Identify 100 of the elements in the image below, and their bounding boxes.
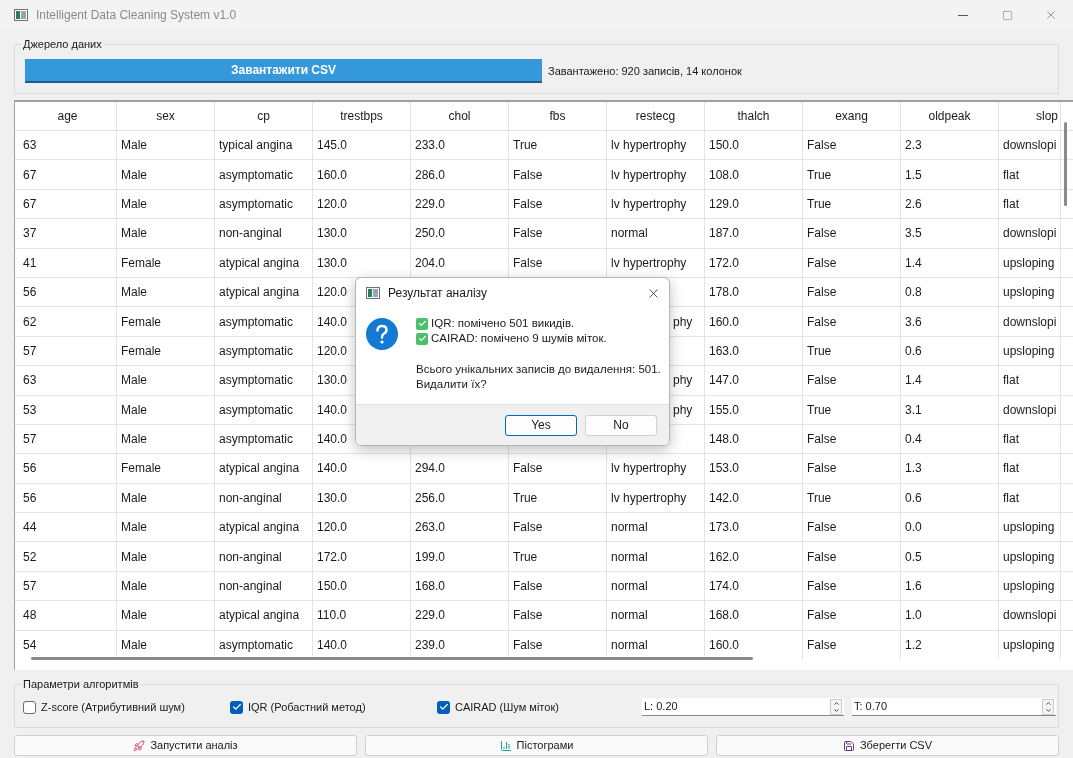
table-cell-text: 48 (23, 607, 37, 625)
table-cell-text: 256.0 (415, 489, 446, 507)
table-cell-text: 56 (23, 460, 37, 478)
table-cell-text: 41 (23, 254, 37, 272)
column-header[interactable]: slop (999, 102, 1061, 130)
table-cell-text: upsloping (1003, 342, 1055, 360)
checkbox[interactable]: CAIRAD (Шум міток) (437, 698, 644, 716)
table-cell-text: downslopi (1003, 607, 1057, 625)
table-cell-text: False (513, 254, 543, 272)
table-cell-text: Male (121, 225, 147, 243)
vertical-scrollbar[interactable] (1064, 122, 1067, 206)
table-cell-text: 140.0 (317, 401, 348, 419)
table-cell-text: False (807, 313, 837, 331)
table-cell-text: False (807, 519, 837, 537)
table-cell-text: 168.0 (709, 607, 740, 625)
table-cell-text: Male (121, 548, 147, 566)
checkbox[interactable]: IQR (Робастний метод) (230, 698, 437, 716)
table-cell-text: 233.0 (415, 137, 446, 155)
checkmark-icon (231, 702, 242, 712)
table-cell-text: 0.0 (905, 519, 922, 537)
table-cell-text: 163.0 (709, 342, 740, 360)
table-cell-text: 120.0 (317, 284, 348, 302)
table-cell-text: 120.0 (317, 195, 348, 213)
table-cell-text: 160.0 (709, 636, 740, 654)
table-cell-text: upsloping (1003, 519, 1055, 537)
table-cell-text: False (807, 607, 837, 625)
table-cell-text: 155.0 (709, 401, 740, 419)
table-cell-text: True (513, 137, 538, 155)
table-cell-text: 56 (23, 284, 37, 302)
table-cell-text: 294.0 (415, 460, 446, 478)
message-text: Всього унікальних записів до видалення: 501. (416, 362, 661, 377)
table-cell-text: 1.4 (905, 372, 922, 390)
action-button[interactable]: Запустити аналіз (14, 735, 357, 756)
table-cell-text: flat (1003, 489, 1019, 507)
table-cell-text: False (807, 284, 837, 302)
table-cell-text: False (807, 578, 837, 596)
column-header[interactable]: oldpeak (901, 102, 999, 130)
dialog-button[interactable]: Yes (505, 414, 577, 436)
column-header[interactable]: fbs (509, 102, 607, 130)
table-cell-text: asymptomatic (219, 313, 294, 331)
action-button[interactable]: Пістограми (365, 735, 708, 756)
table-cell-text: 57 (23, 342, 37, 360)
table-cell-text: 53 (23, 401, 37, 419)
column-header[interactable]: restecg (607, 102, 705, 130)
action-button[interactable]: Зберегти CSV (716, 735, 1059, 756)
rocket-icon (133, 739, 146, 752)
table-cell-text: 130.0 (317, 489, 348, 507)
column-header[interactable]: thalch (705, 102, 803, 130)
table-cell-text: Male (121, 195, 147, 213)
table-cell-text: True (807, 166, 832, 184)
table-cell-text: 0.8 (905, 284, 922, 302)
finding-text: IQR: помічено 501 викидів. (431, 316, 575, 331)
table-cell-text: 2.3 (905, 137, 922, 155)
column-header[interactable]: exang (803, 102, 901, 130)
table-cell-text: 145.0 (317, 137, 348, 155)
table-cell-text: False (807, 254, 837, 272)
table-cell-text: 0.4 (905, 431, 922, 449)
table-cell-text: asymptomatic (219, 431, 294, 449)
table-cell-text: asymptomatic (219, 401, 294, 419)
column-header[interactable]: sex (117, 102, 215, 130)
maximize-icon (1001, 9, 1013, 21)
table-cell-text: asymptomatic (219, 166, 294, 184)
table-cell-text: 142.0 (709, 489, 740, 507)
table-cell-text: atypical angina (219, 519, 300, 537)
table-cell-text: Male (121, 636, 147, 654)
table-cell-text: Male (121, 137, 147, 155)
table-cell-text: downslopi (1003, 137, 1057, 155)
table-cell-text: asymptomatic (219, 636, 294, 654)
horizontal-scrollbar[interactable] (31, 657, 753, 660)
table-cell-text: Female (121, 313, 161, 331)
dialog-button[interactable]: No (585, 414, 657, 436)
checkmark-icon (438, 702, 449, 712)
table-cell-text: Male (121, 284, 147, 302)
table-cell-text: 67 (23, 166, 37, 184)
table-cell-text: 3.6 (905, 313, 922, 331)
table-cell-text: False (513, 519, 543, 537)
column-header[interactable]: trestbps (313, 102, 411, 130)
spin-box[interactable]: L: 0.20 (642, 698, 844, 716)
table-cell-text: normal (611, 607, 648, 625)
table-cell-text: non-anginal (219, 225, 282, 243)
column-header[interactable]: cp (215, 102, 313, 130)
bar-chart-icon (499, 739, 512, 752)
table-cell-text: downslopi (1003, 401, 1057, 419)
table-cell-text: False (807, 460, 837, 478)
dialog-title: Результат аналізу (388, 285, 487, 302)
table-cell-text: 140.0 (317, 431, 348, 449)
table-cell-text: True (807, 195, 832, 213)
table-cell-text: 56 (23, 489, 37, 507)
table-cell-text: 0.5 (905, 548, 922, 566)
spin-box[interactable]: T: 0.70 (852, 698, 1056, 716)
table-cell-text: upsloping (1003, 548, 1055, 566)
column-header[interactable]: age (19, 102, 117, 130)
table-cell-text: downslopi (1003, 225, 1057, 243)
checkbox[interactable]: Z-score (Атрибутивний шум) (23, 698, 230, 716)
table-cell-text: 120.0 (317, 519, 348, 537)
table-cell-text: Female (121, 460, 161, 478)
table-cell-text: Male (121, 607, 147, 625)
table-cell-text: 52 (23, 548, 37, 566)
column-header[interactable]: chol (411, 102, 509, 130)
table-cell-text: 0.6 (905, 342, 922, 360)
